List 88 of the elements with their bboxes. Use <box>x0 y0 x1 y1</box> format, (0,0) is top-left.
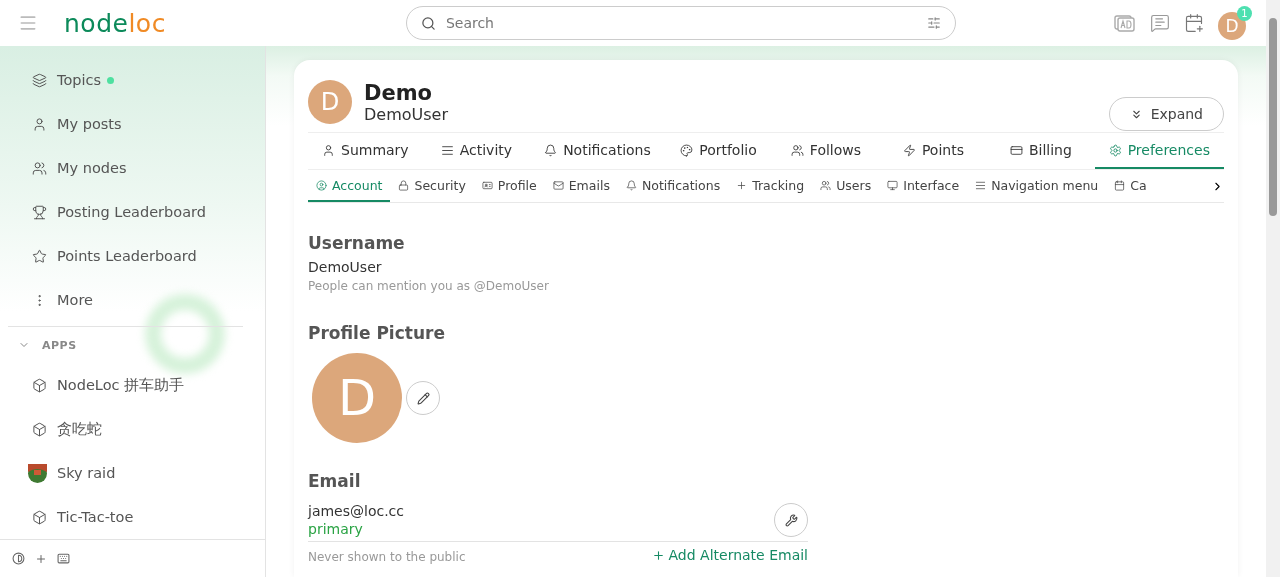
ad-icon[interactable] <box>1114 13 1136 33</box>
lightning-icon <box>902 143 916 157</box>
users-icon <box>790 143 804 157</box>
keyboard-icon[interactable] <box>57 552 70 565</box>
logo[interactable]: nodeloc <box>64 8 166 38</box>
user-icon <box>322 143 335 157</box>
profile-username: DemoUser <box>364 104 448 124</box>
sidebar-item[interactable]: NodeLoc 拼车助手 <box>8 363 243 407</box>
tab[interactable]: Activity <box>422 133 531 169</box>
search-input[interactable]: Search <box>443 14 919 32</box>
cube-icon <box>32 509 47 525</box>
cube-icon <box>32 421 47 437</box>
sub-tab[interactable]: Tracking <box>728 170 813 202</box>
sidebar-item[interactable]: Tic-Tac-toe <box>8 495 243 539</box>
sub-tab[interactable]: Security <box>390 170 474 202</box>
sub-tab[interactable]: Interface <box>879 170 968 202</box>
email-settings-button[interactable] <box>774 503 808 537</box>
user-circle-icon <box>316 179 327 191</box>
tab[interactable]: Portfolio <box>664 133 773 169</box>
tab[interactable]: Billing <box>987 133 1095 169</box>
tab[interactable]: Points <box>879 133 988 169</box>
chat-icon[interactable] <box>1150 13 1170 33</box>
card-icon <box>1009 143 1023 157</box>
expand-button[interactable]: Expand <box>1108 97 1224 131</box>
sub-tab[interactable]: Notifications <box>617 170 729 202</box>
plus-icon <box>651 548 665 562</box>
layers-icon <box>32 72 47 88</box>
username-value: DemoUser <box>308 259 383 275</box>
email-address: james@loc.cc <box>308 503 405 519</box>
theme-icon[interactable] <box>12 552 25 565</box>
tab[interactable]: Follows <box>772 133 880 169</box>
calendar-icon <box>1114 179 1126 191</box>
sidebar-item[interactable]: Sky raid <box>8 451 243 495</box>
mail-icon <box>552 179 564 191</box>
list-icon <box>440 143 454 157</box>
tab[interactable]: Preferences <box>1094 133 1224 169</box>
sidebar-item[interactable]: My nodes <box>8 146 243 190</box>
sidebar-item[interactable]: 贪吃蛇 <box>8 407 243 451</box>
hint-text: Never shown to the public <box>308 550 466 564</box>
edit-button[interactable] <box>406 381 440 415</box>
bell-icon <box>625 179 637 191</box>
sub-tab[interactable]: Profile <box>473 170 545 202</box>
calendar-add-icon[interactable] <box>1184 13 1204 33</box>
star-icon <box>32 248 47 264</box>
settings-icon <box>1108 143 1122 157</box>
sidebar-item[interactable]: My posts <box>8 102 243 146</box>
section-title: Email <box>308 471 362 491</box>
id-card-icon <box>481 179 493 191</box>
lock-icon <box>398 179 410 191</box>
profile-name: Demo <box>364 80 433 105</box>
hint-text: People can mention you as @DemoUser <box>308 279 550 293</box>
sidebar-item[interactable]: Topics <box>8 58 243 102</box>
profile-avatar: D <box>308 80 352 124</box>
sub-tab[interactable]: Navigation menu <box>967 170 1107 202</box>
trophy-icon <box>32 204 47 220</box>
user-icon <box>32 116 47 132</box>
sub-tab[interactable]: Ca <box>1106 170 1155 202</box>
notification-badge: 1 <box>1237 6 1252 21</box>
list-icon <box>975 179 987 191</box>
profile-picture: D <box>312 353 402 443</box>
primary-label: primary <box>308 521 364 537</box>
apps-section-header[interactable]: APPS <box>8 327 243 363</box>
search-icon <box>420 15 436 31</box>
palette-icon <box>680 143 694 157</box>
monitor-icon <box>887 179 899 191</box>
users-icon <box>820 179 832 191</box>
section-title: Username <box>308 233 406 253</box>
cube-icon <box>32 377 47 393</box>
sub-tab[interactable]: Emails <box>544 170 618 202</box>
scrollbar[interactable] <box>1266 0 1280 577</box>
menu-icon[interactable] <box>18 13 38 33</box>
users-icon <box>32 160 47 176</box>
bell-icon <box>544 143 558 157</box>
plus-icon <box>736 179 748 191</box>
tab[interactable]: Notifications <box>530 133 665 169</box>
sub-tab[interactable]: Users <box>812 170 880 202</box>
plus-icon[interactable] <box>35 552 47 565</box>
scrollbar-thumb[interactable] <box>1269 18 1277 216</box>
sidebar-item[interactable]: Points Leaderboard <box>8 234 243 278</box>
pencil-icon <box>416 391 430 405</box>
section-title: Profile Picture <box>308 323 446 343</box>
sidebar-item[interactable]: More <box>8 278 243 322</box>
filter-icon[interactable] <box>926 16 941 30</box>
sub-tab[interactable]: Account <box>308 170 391 202</box>
tab[interactable]: Summary <box>308 133 423 169</box>
add-email-link[interactable]: Add Alternate Email <box>651 547 808 563</box>
wrench-icon <box>784 513 798 527</box>
sidebar-item[interactable]: Posting Leaderboard <box>8 190 243 234</box>
